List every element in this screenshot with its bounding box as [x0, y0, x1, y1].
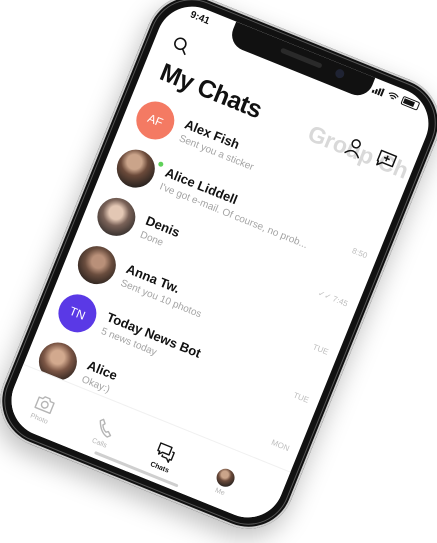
avatar — [111, 143, 161, 194]
phone-icon — [99, 418, 112, 438]
chat-time: MON — [269, 437, 291, 454]
chat-time: TUE — [311, 342, 330, 357]
front-camera — [333, 67, 346, 80]
online-indicator — [157, 160, 165, 168]
wifi-icon — [388, 91, 399, 100]
battery-icon — [400, 95, 421, 111]
avatar — [91, 192, 142, 242]
avatar: AF — [130, 95, 181, 146]
avatar — [213, 466, 238, 490]
tab-photo[interactable]: Photo — [14, 385, 72, 432]
chat-time: TUE — [291, 390, 311, 405]
camera-icon — [34, 396, 55, 415]
search-icon[interactable] — [169, 34, 192, 57]
chat-bubbles-icon — [157, 442, 175, 463]
status-time: 9:41 — [188, 9, 212, 28]
chat-time: ✓✓ 7:45 — [316, 288, 350, 309]
avatar: TN — [52, 288, 103, 339]
tab-label: Me — [213, 487, 226, 498]
avatar — [72, 240, 122, 290]
chat-time: 8:50 — [350, 246, 369, 261]
tab-me[interactable]: Me — [195, 460, 252, 505]
signal-icon — [371, 85, 386, 97]
phone-device: 9:41 My Chats Group Ch AF Alex Fish Sent… — [0, 0, 437, 543]
tab-calls[interactable]: Calls — [75, 410, 133, 457]
